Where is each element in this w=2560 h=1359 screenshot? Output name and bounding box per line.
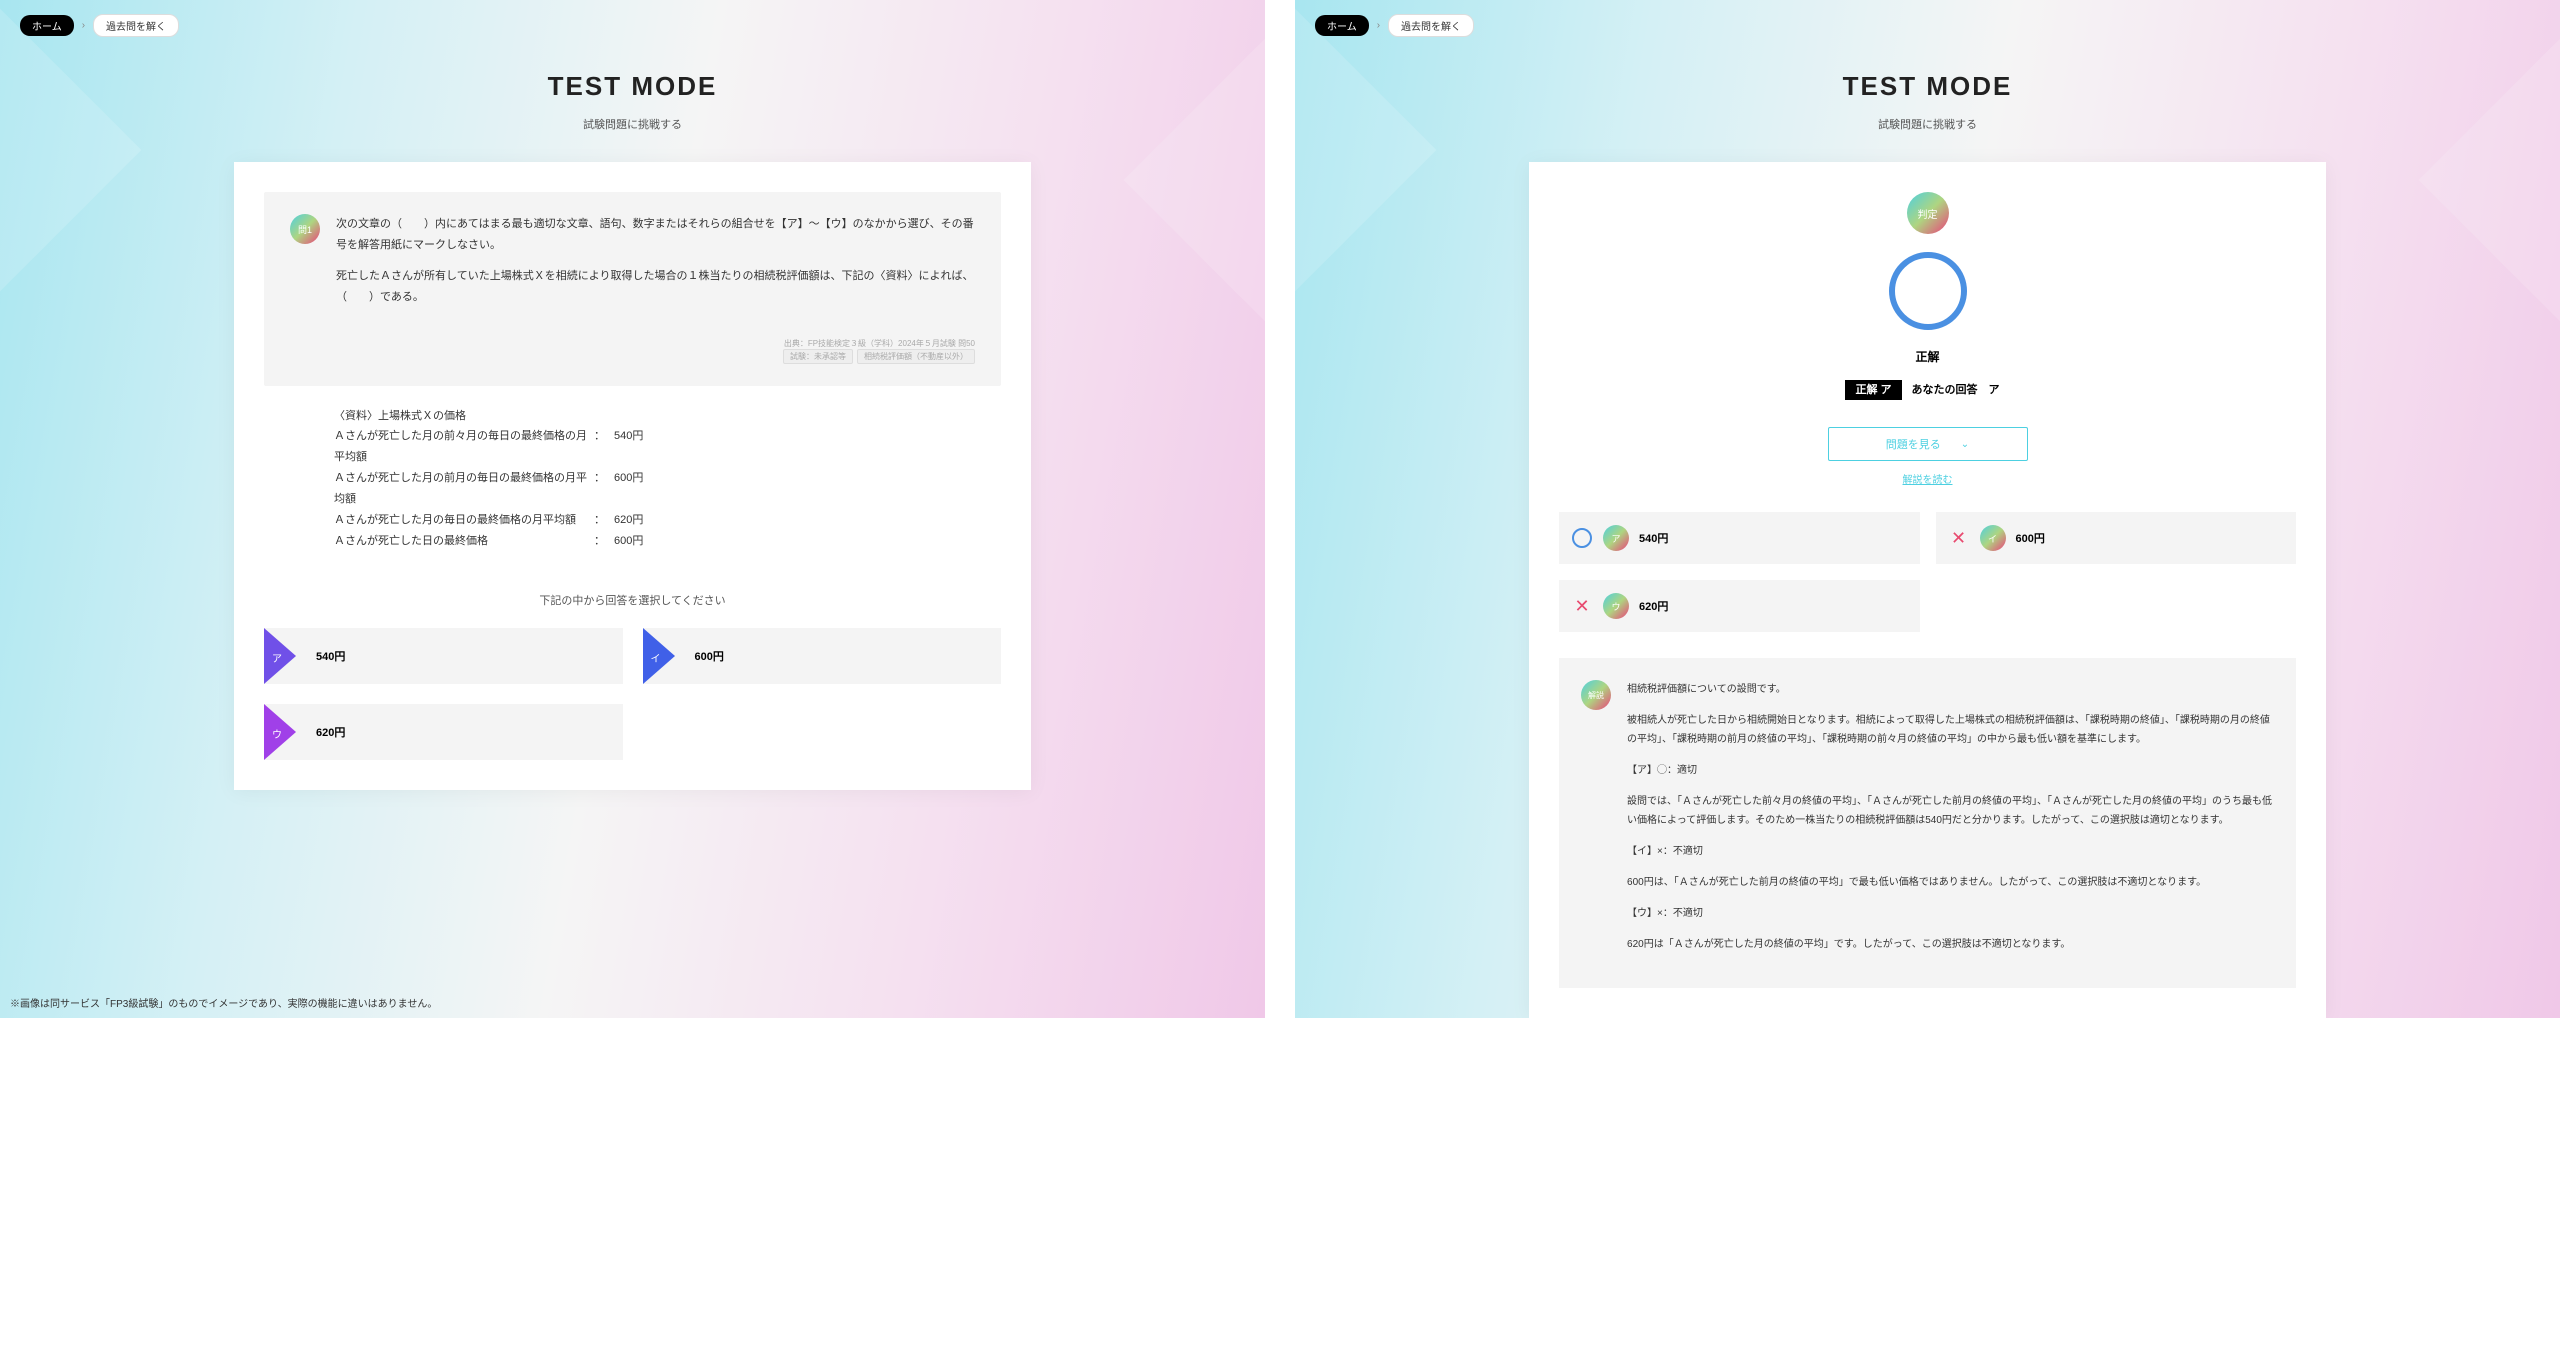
page-subtitle: 試験問題に挑戦する: [1295, 116, 2560, 132]
page-subtitle: 試験問題に挑戦する: [0, 116, 1265, 132]
chevron-right-icon: ›: [1377, 20, 1380, 31]
your-answer: あなたの回答 ア: [1902, 380, 2010, 400]
question-text: 次の文章の（ ）内にあてはまる最も適切な文章、語句、数字またはそれらの組合せを【…: [336, 214, 975, 318]
breadcrumb-home[interactable]: ホーム: [1315, 15, 1369, 36]
footnote: ※画像は同サービス「FP3級試験」のものでイメージであり、実際の機能に違いはあり…: [10, 995, 437, 1010]
choice-label: 600円: [695, 648, 724, 664]
question-box: 問1 次の文章の（ ）内にあてはまる最も適切な文章、語句、数字またはそれらの組合…: [264, 192, 1001, 386]
result-choice-b: ✕ イ 600円: [1936, 512, 2296, 564]
choice-label: 620円: [316, 724, 345, 740]
breadcrumb-current[interactable]: 過去問を解く: [1388, 14, 1474, 37]
page-header: TEST MODE 試験問題に挑戦する: [1295, 51, 2560, 162]
judgment-badge: 判定: [1907, 192, 1949, 234]
data-row: Ａさんが死亡した月の毎日の最終価格の月平均額：620円: [334, 510, 931, 531]
choices-list: ア 540円 イ 600円 ウ 620円: [264, 628, 1001, 760]
data-title: 〈資料〉上場株式Ｘの価格: [334, 406, 931, 427]
correct-answer: 正解 ア: [1845, 380, 1901, 400]
result-label: 正解: [1559, 348, 2296, 365]
answer-comparison: 正解 アあなたの回答 ア: [1559, 381, 2296, 397]
page-header: TEST MODE 試験問題に挑戦する: [0, 51, 1265, 162]
reference-data: 〈資料〉上場株式Ｘの価格 Ａさんが死亡した月の前々月の毎日の最終価格の月平均額：…: [264, 386, 1001, 572]
choice-b[interactable]: イ 600円: [643, 628, 1001, 684]
answer-prompt: 下記の中から回答を選択してください: [264, 592, 1001, 608]
question-card: 問1 次の文章の（ ）内にあてはまる最も適切な文章、語句、数字またはそれらの組合…: [234, 162, 1031, 790]
choice-letter-badge: ア: [1603, 525, 1629, 551]
data-row: Ａさんが死亡した月の前月の毎日の最終価格の月平均額：600円: [334, 468, 931, 510]
result-choice-a: ア 540円: [1559, 512, 1919, 564]
result-choice-c: ✕ ウ 620円: [1559, 580, 1919, 632]
explanation-text: 相続税評価額についての設問です。 被相続人が死亡した日から相続開始日となります。…: [1627, 680, 2274, 966]
chevron-right-icon: ›: [82, 20, 85, 31]
choice-letter-badge: ウ: [1603, 593, 1629, 619]
question-number-badge: 問1: [290, 214, 320, 244]
chevron-down-icon: ⌄: [1961, 439, 1969, 450]
wrong-mark-icon: ✕: [1948, 527, 1970, 549]
result-pane: ホーム › 過去問を解く TEST MODE 試験問題に挑戦する 判定 正解 正…: [1295, 0, 2560, 1018]
breadcrumb-home[interactable]: ホーム: [20, 15, 74, 36]
breadcrumb: ホーム › 過去問を解く: [0, 0, 1265, 51]
page-title: TEST MODE: [1295, 71, 2560, 102]
data-row: Ａさんが死亡した日の最終価格：600円: [334, 531, 931, 552]
explanation-box: 解説 相続税評価額についての設問です。 被相続人が死亡した日から相続開始日となり…: [1559, 658, 2296, 988]
breadcrumb-current[interactable]: 過去問を解く: [93, 14, 179, 37]
read-explanation-link[interactable]: 解説を読む: [1559, 471, 2296, 486]
page-title: TEST MODE: [0, 71, 1265, 102]
choice-letter-badge: イ: [1980, 525, 2006, 551]
wrong-mark-icon: ✕: [1571, 595, 1593, 617]
result-choices: ア 540円 ✕ イ 600円 ✕ ウ 620円: [1559, 512, 2296, 632]
correct-circle-icon: [1889, 252, 1967, 330]
result-card: 判定 正解 正解 アあなたの回答 ア 問題を見る ⌄ 解説を読む ア 540円 …: [1529, 162, 2326, 1018]
data-row: Ａさんが死亡した月の前々月の毎日の最終価格の月平均額：540円: [334, 426, 931, 468]
question-pane: ホーム › 過去問を解く TEST MODE 試験問題に挑戦する 問1 次の文章…: [0, 0, 1265, 1018]
choice-label: 540円: [316, 648, 345, 664]
correct-mark-icon: [1571, 527, 1593, 549]
explanation-badge: 解説: [1581, 680, 1611, 710]
choice-c[interactable]: ウ 620円: [264, 704, 622, 760]
choice-a[interactable]: ア 540円: [264, 628, 622, 684]
show-question-button[interactable]: 問題を見る ⌄: [1828, 427, 2028, 461]
question-meta: 出典：FP技能検定３級（学科）2024年５月試験 問50 試験：未承認等相続税評…: [290, 338, 975, 364]
breadcrumb: ホーム › 過去問を解く: [1295, 0, 2560, 51]
